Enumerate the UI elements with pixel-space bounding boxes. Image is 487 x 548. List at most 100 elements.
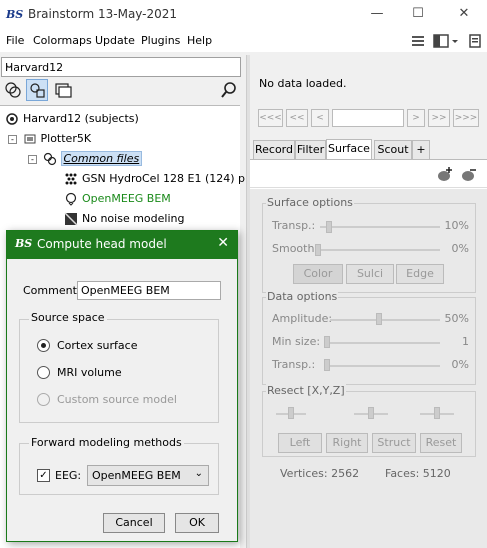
nav-last-button[interactable]: >>>: [453, 109, 479, 127]
dialog-title: Compute head model: [37, 237, 167, 251]
functional-data-icon: [30, 83, 45, 98]
resect-right-button[interactable]: Right: [326, 433, 368, 453]
minsize-label: Min size:: [272, 335, 321, 348]
slider-thumb[interactable]: [368, 407, 374, 419]
forward-methods-title: Forward modeling methods: [29, 436, 184, 449]
comment-input[interactable]: OpenMEEG BEM: [77, 281, 221, 300]
nav-first-button[interactable]: <<<: [258, 109, 283, 127]
brainstorm-logo-icon: BS: [6, 8, 24, 21]
help-icon[interactable]: [467, 33, 483, 49]
nav-prev-epoch-button[interactable]: <<: [286, 109, 308, 127]
chevron-down-icon: ⌄: [194, 468, 203, 479]
color-button[interactable]: Color: [293, 264, 343, 284]
amplitude-value: 50%: [444, 312, 469, 325]
list-settings-icon[interactable]: [410, 33, 426, 49]
maximize-button[interactable]: ☐: [403, 4, 433, 24]
vertices-count: Vertices: 2562: [280, 467, 360, 480]
mri-volume-label[interactable]: MRI volume: [57, 366, 122, 379]
tree-node-plotter5k[interactable]: - Plotter5K: [8, 132, 91, 150]
surface-transp-slider[interactable]: [320, 226, 440, 228]
slider-thumb[interactable]: [324, 359, 330, 371]
chevron-down-icon: ⌄: [5, 60, 14, 71]
search-icon[interactable]: [220, 81, 238, 99]
slider-thumb[interactable]: [326, 221, 332, 233]
close-button[interactable]: ✕: [449, 4, 479, 24]
data-transp-slider[interactable]: [326, 365, 440, 367]
cancel-button[interactable]: Cancel: [103, 513, 165, 533]
tab-surface[interactable]: Surface: [326, 139, 372, 160]
nav-next-button[interactable]: >: [407, 109, 425, 127]
dialog-titlebar: BS Compute head model ✕: [7, 231, 237, 259]
status-text: No data loaded.: [259, 77, 347, 90]
surface-smooth-slider[interactable]: [316, 249, 440, 251]
tree-node-subjects[interactable]: Harvard12 (subjects): [5, 112, 139, 130]
resect-reset-button[interactable]: Reset: [420, 433, 462, 453]
common-files-icon: [43, 152, 56, 166]
collapse-toggle-icon[interactable]: -: [8, 134, 17, 144]
menu-update[interactable]: Update: [95, 34, 135, 47]
menu-colormaps[interactable]: Colormaps: [33, 34, 92, 47]
add-surface-icon[interactable]: [436, 165, 454, 183]
tab-record[interactable]: Record: [253, 140, 295, 160]
tab-filter[interactable]: Filter: [295, 140, 326, 160]
minsize-value: 1: [462, 335, 469, 348]
nav-next-epoch-button[interactable]: >>: [428, 109, 450, 127]
tree-node-headmodel[interactable]: OpenMEEG BEM: [64, 192, 171, 210]
tree-node-common-files[interactable]: - Common files: [28, 151, 143, 170]
anatomy-view-icon[interactable]: [4, 81, 22, 99]
eeg-checkbox[interactable]: ✓: [37, 469, 50, 482]
data-options-title: Data options: [266, 290, 339, 303]
slider-thumb[interactable]: [315, 244, 321, 256]
menu-file[interactable]: File: [6, 34, 24, 47]
custom-source-radio[interactable]: [37, 393, 50, 406]
tree-node-noisecov[interactable]: No noise modeling: [64, 212, 184, 230]
brainstorm-logo-icon: BS: [15, 237, 33, 250]
collapse-toggle-icon[interactable]: -: [28, 154, 37, 164]
remove-surface-icon[interactable]: [460, 165, 478, 183]
functional-view-button[interactable]: [26, 79, 48, 101]
menu-help[interactable]: Help: [187, 34, 212, 47]
comment-label: Comment:: [23, 284, 81, 297]
subjects-icon: [6, 113, 18, 125]
slider-thumb[interactable]: [434, 407, 440, 419]
slider-thumb[interactable]: [376, 313, 382, 325]
custom-source-label[interactable]: Custom source model: [57, 393, 177, 406]
surface-toolbar: [250, 160, 487, 188]
slider-thumb[interactable]: [288, 407, 294, 419]
menu-plugins[interactable]: Plugins: [141, 34, 180, 47]
minsize-slider[interactable]: [326, 342, 440, 344]
tab-scout-label[interactable]: Scout: [374, 140, 412, 160]
data-transp-label: Transp.:: [272, 358, 316, 371]
tools-panel: No data loaded. <<< << < > >> >>> Record…: [250, 55, 487, 548]
nav-prev-button[interactable]: <: [311, 109, 329, 127]
sulci-button[interactable]: Sulci: [346, 264, 394, 284]
tab-add[interactable]: +: [412, 140, 430, 160]
edge-button[interactable]: Edge: [396, 264, 444, 284]
resect-struct-button[interactable]: Struct: [372, 433, 416, 453]
cortex-surface-label[interactable]: Cortex surface: [57, 339, 137, 352]
window-titlebar: BS Brainstorm 13-May-2021 — ☐ ✕: [0, 0, 487, 30]
cortex-surface-radio[interactable]: [37, 339, 50, 352]
ok-button[interactable]: OK: [175, 513, 219, 533]
amplitude-slider[interactable]: [330, 319, 440, 321]
resect-title: Resect [X,Y,Z]: [266, 384, 346, 397]
subject-icon: [24, 134, 35, 144]
studies-view-icon[interactable]: [54, 81, 72, 99]
layout-menu-icon[interactable]: [433, 33, 459, 49]
dialog-close-icon[interactable]: ✕: [217, 235, 229, 251]
tree-node-channels[interactable]: GSN HydroCel 128 E1 (124) proje: [64, 172, 266, 190]
eeg-method-select[interactable]: OpenMEEG BEM ⌄: [87, 465, 209, 486]
source-space-title: Source space: [29, 311, 107, 324]
headmodel-icon: [65, 192, 77, 206]
mri-volume-radio[interactable]: [37, 366, 50, 379]
surface-tab-content: Surface options Transp.: 10% Smooth.: 0%…: [250, 159, 487, 548]
amplitude-label: Amplitude:: [272, 312, 333, 325]
resect-left-button[interactable]: Left: [278, 433, 322, 453]
slider-thumb[interactable]: [324, 336, 330, 348]
protocol-select[interactable]: Harvard12 ⌄: [1, 57, 241, 77]
eeg-method-value: OpenMEEG BEM: [92, 469, 181, 482]
surface-transp-label: Transp.:: [272, 219, 316, 232]
minimize-button[interactable]: —: [362, 4, 392, 24]
window-title: Brainstorm 13-May-2021: [28, 7, 178, 21]
time-field[interactable]: [332, 109, 404, 127]
